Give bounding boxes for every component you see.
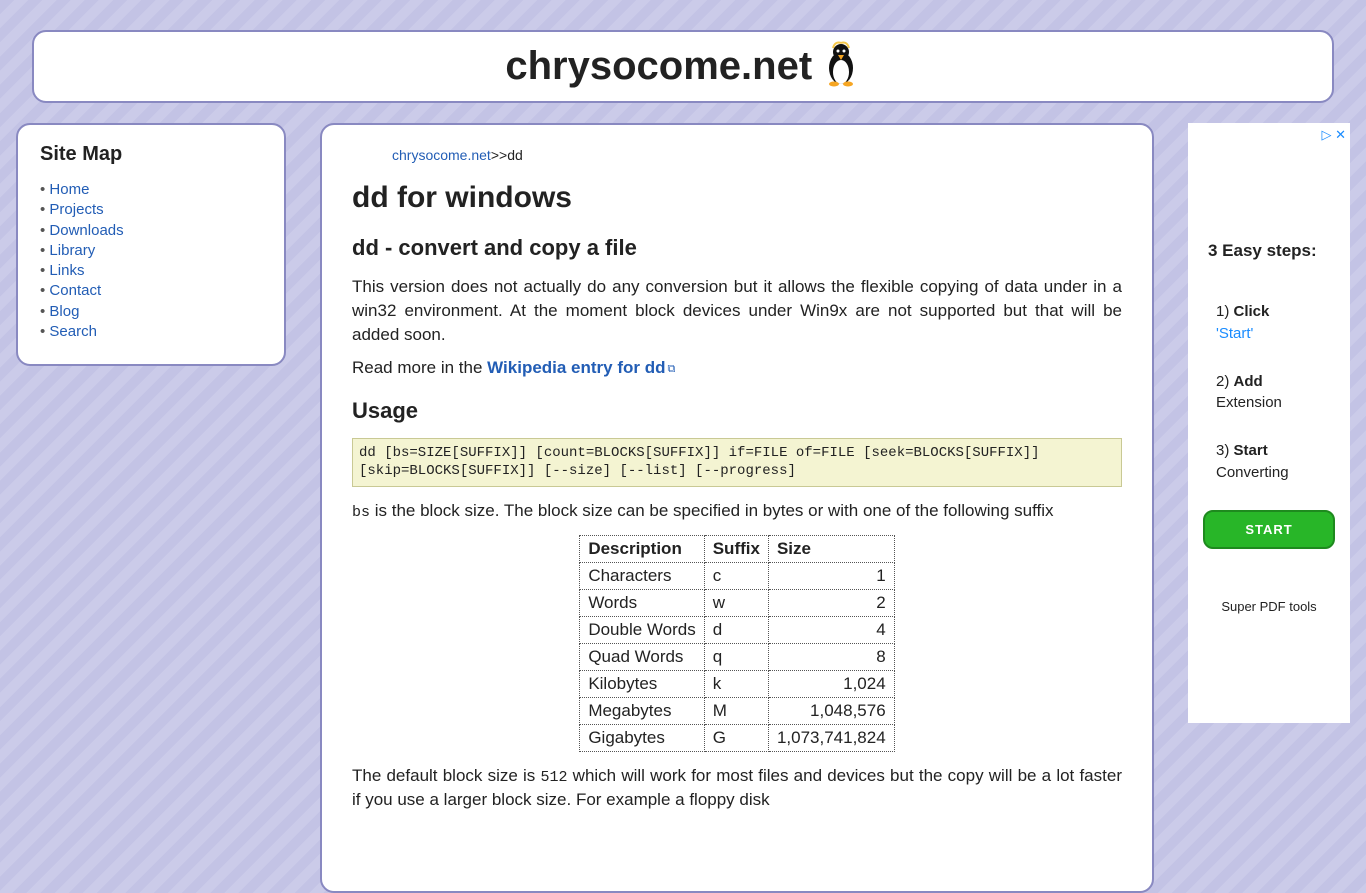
bs-paragraph: bs is the block size. The block size can… (352, 499, 1122, 523)
site-title: chrysocome.net (505, 44, 812, 89)
wikipedia-link[interactable]: Wikipedia entry for dd (487, 358, 665, 377)
table-row: MegabytesM1,048,576 (580, 697, 894, 724)
sidebar-item-library[interactable]: Library (40, 241, 262, 261)
table-row: Kilobytesk1,024 (580, 670, 894, 697)
table-header-row: Description Suffix Size (580, 535, 894, 562)
sidebar-item-links[interactable]: Links (40, 261, 262, 281)
ad-banner: ▷ ✕ 3 Easy steps: 1) Click'Start' 2) Add… (1188, 123, 1350, 723)
readmore-paragraph: Read more in the Wikipedia entry for dd⧉ (352, 356, 1122, 380)
external-link-icon: ⧉ (668, 363, 676, 375)
table-row: GigabytesG1,073,741,824 (580, 724, 894, 751)
table-row: Double Wordsd4 (580, 616, 894, 643)
table-row: Quad Wordsq8 (580, 643, 894, 670)
sidebar-title: Site Map (40, 143, 262, 166)
suffix-table: Description Suffix Size Charactersc1 Wor… (579, 535, 894, 752)
sidebar-item-contact[interactable]: Contact (40, 281, 262, 301)
page-title: dd for windows (352, 181, 1122, 215)
ad-step-1: 1) Click'Start' (1216, 301, 1342, 345)
default-paragraph: The default block size is 512 which will… (352, 764, 1122, 812)
main-content: chrysocome.net>>dd dd for windows dd - c… (320, 123, 1154, 893)
breadcrumb-root[interactable]: chrysocome.net (392, 147, 491, 163)
penguin-icon (821, 40, 861, 93)
page-subtitle: dd - convert and copy a file (352, 235, 1122, 261)
sidebar-item-search[interactable]: Search (40, 322, 262, 342)
ad-step-2: 2) AddExtension (1216, 371, 1342, 415)
intro-paragraph: This version does not actually do any co… (352, 275, 1122, 346)
usage-heading: Usage (352, 398, 1122, 424)
sidebar: Site Map Home Projects Downloads Library… (16, 123, 286, 366)
ad-footer: Super PDF tools (1196, 599, 1342, 614)
breadcrumb: chrysocome.net>>dd (392, 147, 1122, 163)
sidebar-item-home[interactable]: Home (40, 180, 262, 200)
ad-title: 3 Easy steps: (1196, 241, 1342, 261)
ad-start-button[interactable]: START (1203, 510, 1335, 549)
usage-code: dd [bs=SIZE[SUFFIX]] [count=BLOCKS[SUFFI… (352, 438, 1122, 486)
table-row: Charactersc1 (580, 562, 894, 589)
sidebar-item-downloads[interactable]: Downloads (40, 221, 262, 241)
sidebar-item-blog[interactable]: Blog (40, 302, 262, 322)
sidebar-item-projects[interactable]: Projects (40, 200, 262, 220)
table-row: Wordsw2 (580, 589, 894, 616)
sidebar-list: Home Projects Downloads Library Links Co… (40, 180, 262, 342)
ad-step-3: 3) StartConverting (1216, 440, 1342, 484)
site-header: chrysocome.net (32, 30, 1334, 103)
breadcrumb-current: dd (507, 147, 523, 163)
ad-close-icon[interactable]: ▷ ✕ (1321, 127, 1346, 143)
